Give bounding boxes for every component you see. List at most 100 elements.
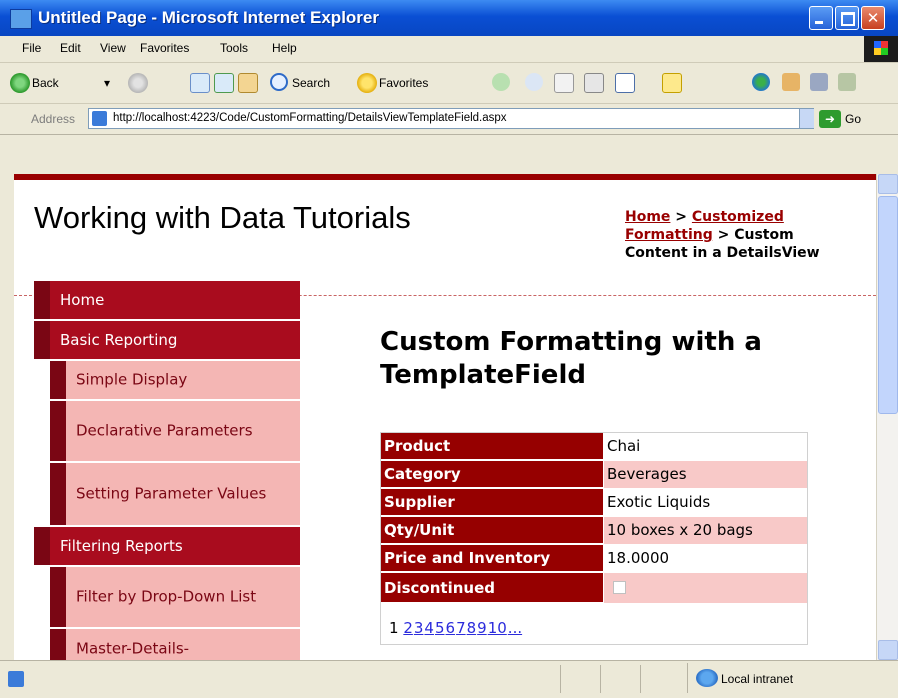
details-view: Product Chai Category Beverages Supplier… <box>380 432 808 645</box>
breadcrumb-home-link[interactable]: Home <box>625 209 670 225</box>
status-divider <box>600 665 601 693</box>
pager: 1 2345678910... <box>389 619 523 637</box>
pager-link[interactable]: 6 <box>446 619 456 637</box>
favorites-button[interactable]: Favorites <box>357 73 449 93</box>
menu-item-filtering-reports[interactable]: Filtering Reports <box>34 527 300 565</box>
minimize-icon <box>810 7 832 29</box>
favorites-star-icon <box>357 73 377 93</box>
address-dropdown-icon[interactable] <box>799 109 814 128</box>
menu-file[interactable]: File <box>22 41 41 55</box>
menu-edit[interactable]: Edit <box>60 41 81 55</box>
status-divider <box>560 665 561 693</box>
intranet-globe-icon <box>696 669 718 687</box>
row-value <box>604 573 807 603</box>
page-status-icon <box>8 671 24 687</box>
pager-link[interactable]: 5 <box>435 619 445 637</box>
media-icon[interactable] <box>492 73 510 91</box>
security-zone-label: Local intranet <box>721 672 794 686</box>
maximize-button[interactable] <box>835 6 859 30</box>
mail-icon[interactable] <box>554 73 574 93</box>
menu-bar: File Edit View Favorites Tools Help <box>0 36 898 63</box>
pager-link-more[interactable]: ... <box>508 619 522 637</box>
address-bar: Address http://localhost:4223/Code/Custo… <box>0 104 898 135</box>
address-input[interactable]: http://localhost:4223/Code/CustomFormatt… <box>88 108 814 129</box>
menu-item-basic-reporting[interactable]: Basic Reporting <box>34 321 300 359</box>
pager-link[interactable]: 4 <box>424 619 434 637</box>
details-row: Qty/Unit 10 boxes x 20 bags <box>381 517 807 544</box>
details-row: Category Beverages <box>381 461 807 488</box>
row-header: Supplier <box>381 489 603 516</box>
scroll-up-icon[interactable] <box>878 174 898 194</box>
forward-arrow-icon <box>128 73 148 93</box>
row-header: Qty/Unit <box>381 517 603 544</box>
row-value: Chai <box>607 437 641 455</box>
folder-icon[interactable] <box>662 73 682 93</box>
search-icon <box>270 73 288 91</box>
details-row: Price and Inventory 18.0000 <box>381 545 807 572</box>
details-row: Supplier Exotic Liquids <box>381 489 807 516</box>
title-bar: Untitled Page - Microsoft Internet Explo… <box>0 0 898 36</box>
pager-link[interactable]: 10 <box>488 619 507 637</box>
vertical-scrollbar[interactable] <box>876 174 898 660</box>
toolbar: Back ▾ Search Favorites <box>0 63 898 104</box>
toolbar-extra2-icon[interactable] <box>838 73 856 91</box>
page-heading: Custom Formatting with a TemplateField <box>380 327 762 390</box>
browser-window: Untitled Page - Microsoft Internet Explo… <box>0 0 898 698</box>
row-header: Category <box>381 461 603 488</box>
back-dropdown-icon[interactable]: ▾ <box>104 73 122 93</box>
edit-word-icon[interactable] <box>615 73 635 93</box>
messenger-icon[interactable] <box>752 73 770 91</box>
ie-app-icon <box>10 9 32 29</box>
print-icon[interactable] <box>584 73 604 93</box>
menu-tools[interactable]: Tools <box>220 41 248 55</box>
status-divider <box>640 665 641 693</box>
back-button[interactable]: Back <box>10 73 80 93</box>
menu-item-setting-parameter-values[interactable]: Setting Parameter Values <box>50 463 300 525</box>
scrollbar-thumb[interactable] <box>878 196 898 414</box>
row-value: 18.0000 <box>607 549 670 567</box>
pager-link[interactable]: 7 <box>456 619 466 637</box>
menu-help[interactable]: Help <box>272 41 297 55</box>
details-row: Discontinued <box>381 573 807 603</box>
menu-item-declarative-parameters[interactable]: Declarative Parameters <box>50 401 300 461</box>
home-icon[interactable] <box>238 73 258 93</box>
breadcrumb: Home > Customized Formatting > Custom Co… <box>625 209 820 261</box>
menu-item-simple-display[interactable]: Simple Display <box>50 361 300 399</box>
menu-item-home[interactable]: Home <box>34 281 300 319</box>
close-icon: ✕ <box>866 9 880 27</box>
pager-link[interactable]: 9 <box>477 619 487 637</box>
research-icon[interactable] <box>782 73 800 91</box>
row-header: Product <box>381 433 603 460</box>
forward-button[interactable] <box>128 73 150 93</box>
menu-item-filter-by-dropdown[interactable]: Filter by Drop-Down List <box>50 567 300 627</box>
page-viewport: Working with Data Tutorials Home > Custo… <box>14 174 876 660</box>
discontinued-checkbox[interactable] <box>613 581 626 594</box>
row-header: Price and Inventory <box>381 545 603 572</box>
menu-favorites[interactable]: Favorites <box>140 41 189 55</box>
page-top-border <box>14 174 876 180</box>
refresh-icon[interactable] <box>214 73 234 93</box>
menu-item-master-details[interactable]: Master-Details- <box>50 629 300 660</box>
menu-view[interactable]: View <box>100 41 126 55</box>
pager-link[interactable]: 3 <box>414 619 424 637</box>
window-frame-left <box>0 174 14 660</box>
site-title: Working with Data Tutorials <box>34 200 411 235</box>
toolbar-extra-icon[interactable] <box>810 73 828 91</box>
pager-link[interactable]: 8 <box>467 619 477 637</box>
maximize-icon <box>836 7 858 29</box>
security-zone: Local intranet <box>687 663 888 693</box>
close-button[interactable]: ✕ <box>861 6 885 30</box>
scroll-down-icon[interactable] <box>878 640 898 660</box>
stop-icon[interactable] <box>190 73 210 93</box>
back-arrow-icon <box>10 73 30 93</box>
minimize-button[interactable] <box>809 6 833 30</box>
pager-current-page: 1 <box>389 619 399 637</box>
search-button[interactable]: Search <box>270 73 348 93</box>
pager-link[interactable]: 2 <box>403 619 413 637</box>
go-button[interactable]: Go <box>845 112 861 126</box>
go-arrow-icon[interactable]: ➜ <box>819 110 841 128</box>
site-menu: Home Basic Reporting Simple Display Decl… <box>34 281 300 660</box>
status-bar: Local intranet <box>0 660 898 698</box>
history-icon[interactable] <box>525 73 543 91</box>
page-icon <box>92 111 107 126</box>
